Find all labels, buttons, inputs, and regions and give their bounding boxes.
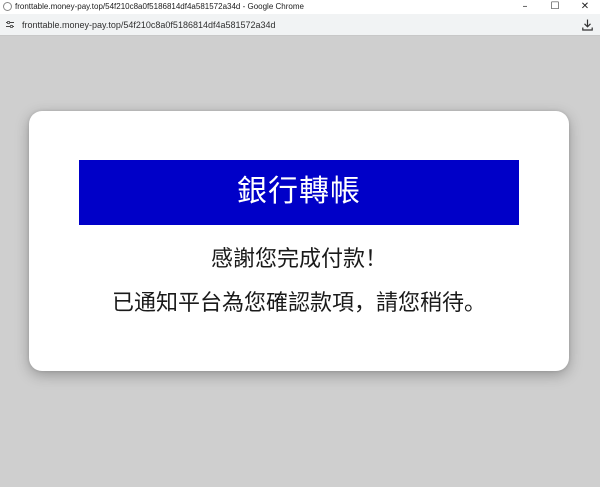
notification-message: 已通知平台為您確認款項，請您稍待。 [111,291,486,316]
site-favicon-icon [3,2,12,11]
close-button[interactable]: ✕ [570,0,600,14]
url-field[interactable]: fronttable.money-pay.top/54f210c8a0f5186… [22,14,276,36]
address-bar: fronttable.money-pay.top/54f210c8a0f5186… [0,14,600,36]
maximize-button[interactable]: ☐ [540,0,570,14]
browser-title-bar: fronttable.money-pay.top/54f210c8a0f5186… [0,0,600,14]
site-settings-icon[interactable] [6,21,14,28]
download-icon[interactable] [582,19,593,31]
bank-transfer-banner: 銀行轉帳 [79,160,519,225]
minimize-button[interactable]: – [510,0,540,14]
payment-confirmation-dialog: 銀行轉帳 感謝您完成付款！ 已通知平台為您確認款項，請您稍待。 [29,111,569,371]
thank-you-message: 感謝您完成付款！ [210,247,387,272]
window-title: fronttable.money-pay.top/54f210c8a0f5186… [15,2,304,11]
